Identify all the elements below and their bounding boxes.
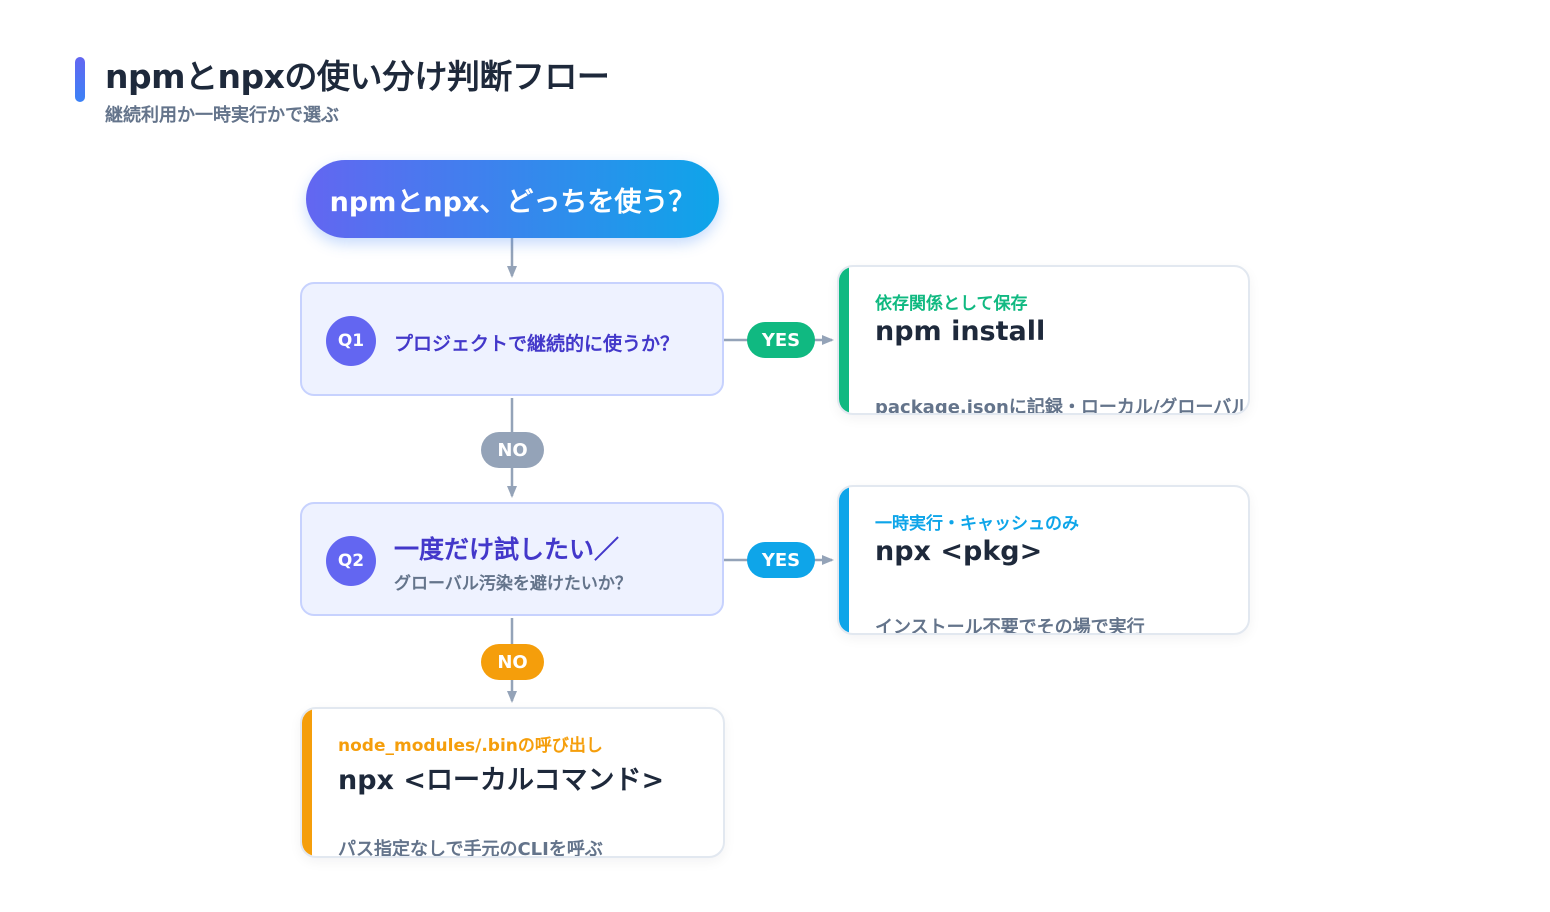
result-npm-install: 依存関係として保存 npm install package.jsonに記録・ロー…: [837, 265, 1250, 415]
result-note: package.jsonに記録・ローカル/グローバル: [875, 397, 1250, 415]
start-node-label: npmとnpx、どっちを使う？: [329, 186, 696, 218]
q1-no-pill: NO: [481, 432, 544, 468]
result-stripe: [839, 267, 849, 413]
result-npx-local: node_modules/.binの呼び出し npx <ローカルコマンド> パス…: [300, 707, 725, 858]
result-note: パス指定なしで手元のCLIを呼ぶ: [338, 839, 603, 858]
result-stripe: [839, 487, 849, 633]
question-q1: Q1 プロジェクトで継続的に使うか？: [300, 282, 724, 396]
question-q2: Q2 一度だけ試したい／ グローバル汚染を避けたいか？: [300, 502, 724, 616]
result-note: インストール不要でその場で実行: [875, 617, 1145, 635]
q2-badge: Q2: [326, 536, 376, 586]
result-command: npm install: [875, 316, 1046, 347]
q2-no-pill: NO: [481, 644, 544, 680]
q1-yes-pill: YES: [747, 322, 815, 358]
result-stripe: [302, 709, 312, 856]
result-npx-pkg: 一時実行・キャッシュのみ npx <pkg> インストール不要でその場で実行: [837, 485, 1250, 635]
result-tag: node_modules/.binの呼び出し: [338, 736, 603, 756]
flow-connectors: [507, 238, 834, 703]
start-node: npmとnpx、どっちを使う？: [306, 160, 719, 238]
q2-text-line1: 一度だけ試したい／: [394, 535, 620, 564]
q1-badge: Q1: [326, 316, 376, 366]
result-tag: 依存関係として保存: [875, 294, 1028, 314]
result-command: npx <ローカルコマンド>: [338, 765, 665, 796]
q1-text: プロジェクトで継続的に使うか？: [394, 333, 680, 355]
result-command: npx <pkg>: [875, 536, 1043, 567]
q2-yes-pill: YES: [747, 542, 815, 578]
result-tag: 一時実行・キャッシュのみ: [875, 514, 1079, 534]
q2-text-line2: グローバル汚染を避けたいか？: [394, 574, 632, 594]
